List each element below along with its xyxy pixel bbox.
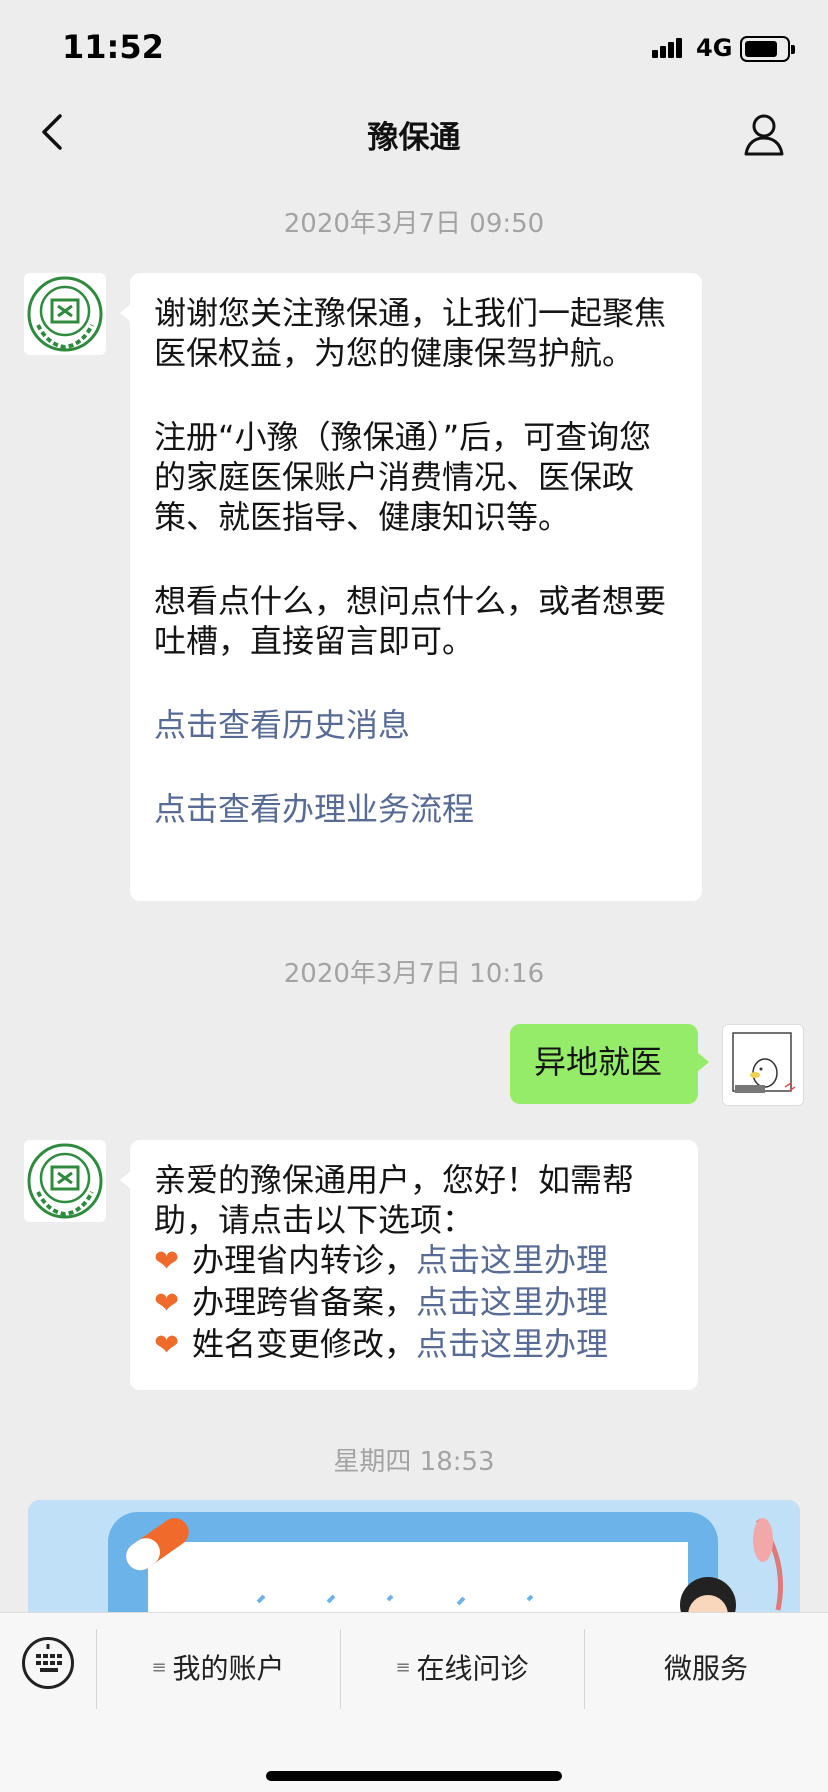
official-account-avatar[interactable]	[24, 1140, 106, 1222]
message-text: 亲爱的豫保通用户，您好！如需帮助，请点击以下选项：	[154, 1161, 635, 1239]
business-process-link[interactable]: 点击查看办理业务流程	[154, 789, 678, 829]
menu-label: 我的账户	[172, 1652, 285, 1685]
timestamp: 星期四 18:53	[333, 1447, 495, 1477]
filing-link[interactable]: 点击这里办理	[416, 1283, 608, 1321]
menu-micro-service[interactable]: 微服务	[586, 1627, 826, 1707]
official-account-avatar[interactable]	[24, 273, 106, 355]
option-text: 办理省内转诊，	[192, 1241, 417, 1279]
article-cover-image	[28, 1500, 800, 1620]
article-card[interactable]	[28, 1500, 800, 1620]
option-row: ❤ 办理跨省备案，点击这里办理	[154, 1282, 674, 1324]
user-message-bubble: 异地就医	[510, 1024, 709, 1104]
heart-icon: ❤	[154, 1244, 180, 1279]
name-change-link[interactable]: 点击这里办理	[416, 1325, 608, 1363]
heart-icon: ❤	[154, 1328, 180, 1363]
network-type: 4G	[696, 34, 733, 62]
timestamp: 2020年3月7日 10:16	[283, 959, 545, 989]
menu-online-consult[interactable]: ≡ 在线问诊	[342, 1627, 582, 1707]
profile-button[interactable]	[740, 110, 788, 158]
status-time: 11:52	[62, 28, 164, 66]
message-text: 想看点什么，想问点什么，或者想要吐槽，直接留言即可。	[154, 582, 667, 660]
user-avatar[interactable]	[722, 1024, 804, 1106]
nav-bar: 豫保通	[0, 100, 828, 164]
reply-message-bubble: 亲爱的豫保通用户，您好！如需帮助，请点击以下选项： ❤ 办理省内转诊，点击这里办理…	[120, 1140, 698, 1390]
menu-divider	[340, 1629, 341, 1709]
message-text: 注册“小豫（豫保通）”后，可查询您的家庭医保账户消费情况、医保政策、就医指导、健…	[154, 418, 652, 536]
keyboard-icon	[36, 1644, 62, 1672]
menu-label: 在线问诊	[416, 1652, 529, 1685]
status-bar: 11:52 4G	[0, 0, 828, 100]
menu-my-account[interactable]: ≡ 我的账户	[98, 1627, 338, 1707]
message-text: 谢谢您关注豫保通，让我们一起聚焦医保权益，为您的健康保驾护航。	[154, 294, 667, 372]
battery-icon	[740, 36, 795, 62]
signal-icon	[652, 36, 690, 58]
option-row: ❤ 办理省内转诊，点击这里办理	[154, 1240, 674, 1282]
medical-insurance-logo	[27, 1143, 103, 1219]
history-messages-link[interactable]: 点击查看历史消息	[154, 705, 678, 745]
option-row: ❤ 姓名变更修改，点击这里办理	[154, 1324, 674, 1366]
home-indicator[interactable]	[266, 1771, 562, 1781]
menu-divider	[584, 1629, 585, 1709]
option-text: 办理跨省备案，	[192, 1283, 417, 1321]
menu-glyph-icon: ≡	[395, 1656, 411, 1678]
menu-label: 微服务	[663, 1652, 748, 1685]
message-text: 异地就医	[534, 1043, 663, 1081]
menu-glyph-icon: ≡	[151, 1656, 167, 1678]
heart-icon: ❤	[154, 1286, 180, 1321]
user-avatar-image	[723, 1025, 803, 1105]
keyboard-toggle-button[interactable]	[22, 1637, 74, 1689]
page-title: 豫保通	[367, 120, 461, 156]
bottom-menu-bar: ≡ 我的账户 ≡ 在线问诊 微服务	[0, 1612, 828, 1792]
transfer-link[interactable]: 点击这里办理	[416, 1241, 608, 1279]
menu-divider	[96, 1629, 97, 1709]
option-text: 姓名变更修改，	[192, 1325, 417, 1363]
welcome-message-bubble: 谢谢您关注豫保通，让我们一起聚焦医保权益，为您的健康保驾护航。 注册“小豫（豫保…	[120, 273, 702, 901]
timestamp: 2020年3月7日 09:50	[283, 209, 545, 239]
profile-icon	[744, 114, 784, 156]
medical-insurance-logo	[27, 276, 103, 352]
